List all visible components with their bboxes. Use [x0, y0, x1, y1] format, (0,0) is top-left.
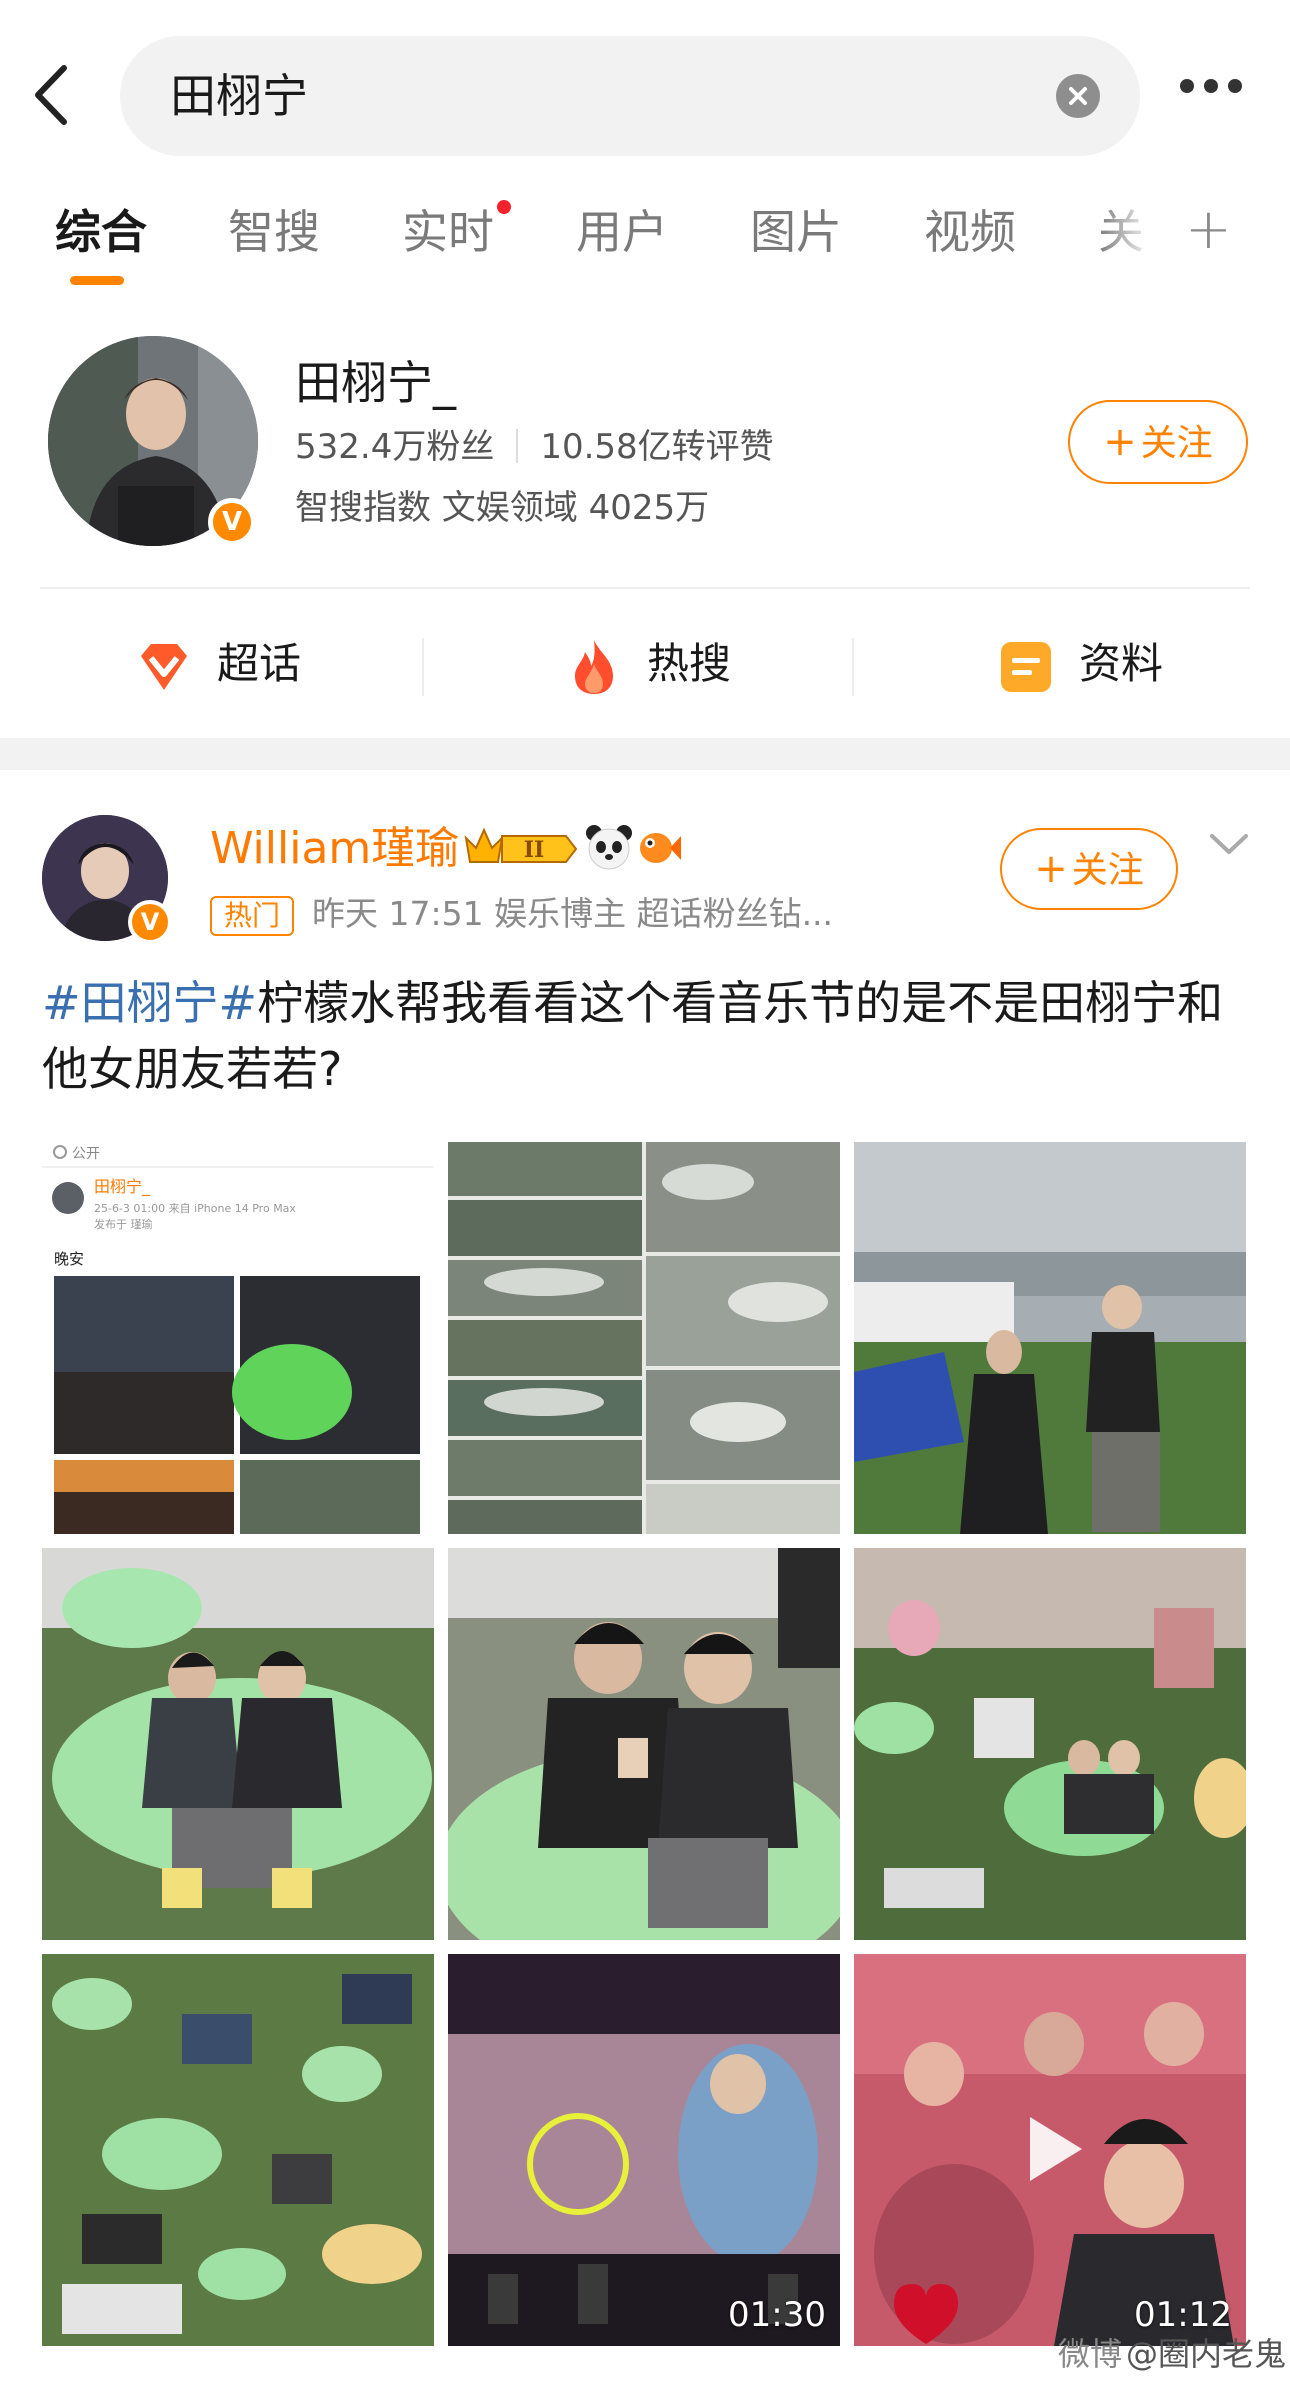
add-tab-button[interactable]: + — [1185, 200, 1232, 260]
interaction-count: 10.58亿转评赞 — [540, 427, 774, 467]
video-duration: 01:12 — [1134, 2295, 1232, 2335]
couple-beanbag-thumbnail — [42, 1548, 434, 1940]
panda-icon — [586, 825, 632, 870]
video-duration: 01:30 — [728, 2295, 826, 2335]
hot-tag: 热门 — [210, 896, 294, 936]
crown-badge-icon: II — [464, 827, 578, 863]
back-icon[interactable] — [30, 60, 80, 130]
screenshot-thumbnail: 公开 田栩宁_ 25-6-3 01:00 来自 iPhone 14 Pro Ma… — [42, 1142, 434, 1534]
svg-text:晚安: 晚安 — [54, 1250, 84, 1268]
post-image[interactable] — [854, 1142, 1246, 1534]
flame-icon — [575, 640, 613, 694]
profile-follow-button[interactable]: + 关注 — [1068, 400, 1248, 484]
crowd-collage-thumbnail — [448, 1142, 840, 1534]
profile-stats: 532.4万粉丝 10.58亿转评赞 — [295, 425, 774, 469]
weibo-logo-icon: 微博 — [1058, 2335, 1123, 2373]
tab-images[interactable]: 图片 — [750, 202, 842, 262]
crown-badge-label: II — [524, 837, 545, 863]
watermark: 微博 @圈内老鬼 — [1058, 2335, 1287, 2373]
lawn-aerial-thumbnail — [42, 1954, 434, 2346]
tab-videos[interactable]: 视频 — [924, 202, 1016, 262]
verified-badge-icon: V — [208, 498, 256, 546]
hashtag-link[interactable]: #田栩宁# — [42, 976, 257, 1030]
active-tab-indicator — [70, 276, 124, 285]
fans-count: 532.4万粉丝 — [295, 427, 495, 467]
play-icon[interactable] — [1012, 2109, 1092, 2189]
svg-text:田栩宁_: 田栩宁_ — [94, 1177, 151, 1197]
post-image[interactable] — [42, 1954, 434, 2346]
section-separator — [0, 738, 1290, 770]
post-author-name[interactable]: William瑾瑜 — [210, 822, 459, 876]
tab-comprehensive[interactable]: 综合 — [55, 202, 147, 262]
divider — [40, 587, 1250, 589]
clear-icon[interactable] — [1056, 74, 1100, 118]
svg-text:25-6-3 01:00 来自 iPhone 14 Pro: 25-6-3 01:00 来自 iPhone 14 Pro Max — [94, 1202, 296, 1215]
verified-badge-icon: V — [128, 900, 172, 944]
notification-dot — [497, 200, 511, 214]
search-tabs: 综合 智搜 实时 用户 图片 视频 关 — [0, 190, 1290, 290]
profile-doc-icon — [1001, 642, 1051, 692]
tab-realtime[interactable]: 实时 — [402, 202, 494, 262]
profile-name[interactable]: 田栩宁_ — [295, 355, 456, 411]
tab-smart-search[interactable]: 智搜 — [228, 202, 320, 262]
couple-walking-thumbnail — [854, 1142, 1246, 1534]
post-image[interactable] — [448, 1142, 840, 1534]
post-image[interactable] — [448, 1548, 840, 1940]
post-image[interactable]: 公开 田栩宁_ 25-6-3 01:00 来自 iPhone 14 Pro Ma… — [42, 1142, 434, 1534]
post-meta: 昨天 17:51 娱乐博主 超话粉丝钻... — [312, 894, 834, 933]
post-follow-button[interactable]: + 关注 — [1000, 828, 1178, 910]
post-video[interactable]: 01:30 — [448, 1954, 840, 2346]
supertopic-icon — [141, 644, 187, 690]
more-options-icon[interactable] — [1180, 78, 1252, 110]
crowd-lawn-thumbnail — [854, 1548, 1246, 1940]
couple-closeup-thumbnail — [448, 1548, 840, 1940]
tab-users[interactable]: 用户 — [576, 202, 668, 262]
tab-fade — [1098, 190, 1168, 280]
search-input[interactable]: 田栩宁 — [120, 36, 1140, 156]
svg-text:公开: 公开 — [72, 1146, 100, 1162]
post-image[interactable] — [42, 1548, 434, 1940]
concert-video-thumbnail — [448, 1954, 840, 2346]
search-header: 田栩宁 — [0, 0, 1290, 180]
quick-links: 超话 热搜 资料 — [0, 600, 1290, 730]
search-query: 田栩宁 — [170, 69, 308, 123]
post-text: #田栩宁#柠檬水帮我看看这个看音乐节的是不是田栩宁和他女朋友若若? — [42, 970, 1252, 1102]
svg-text:发布于 瑾瑜: 发布于 瑾瑜 — [94, 1217, 153, 1231]
plus-icon: + — [1103, 419, 1137, 465]
smart-search-index: 智搜指数 文娱领域 4025万 — [295, 488, 710, 528]
post-image[interactable] — [854, 1548, 1246, 1940]
divider — [422, 638, 424, 696]
divider — [852, 638, 854, 696]
plus-icon: + — [1034, 846, 1068, 892]
post-video[interactable]: 01:12 — [854, 1954, 1246, 2346]
goldfish-icon — [640, 833, 681, 863]
chevron-down-icon[interactable] — [1208, 830, 1250, 860]
